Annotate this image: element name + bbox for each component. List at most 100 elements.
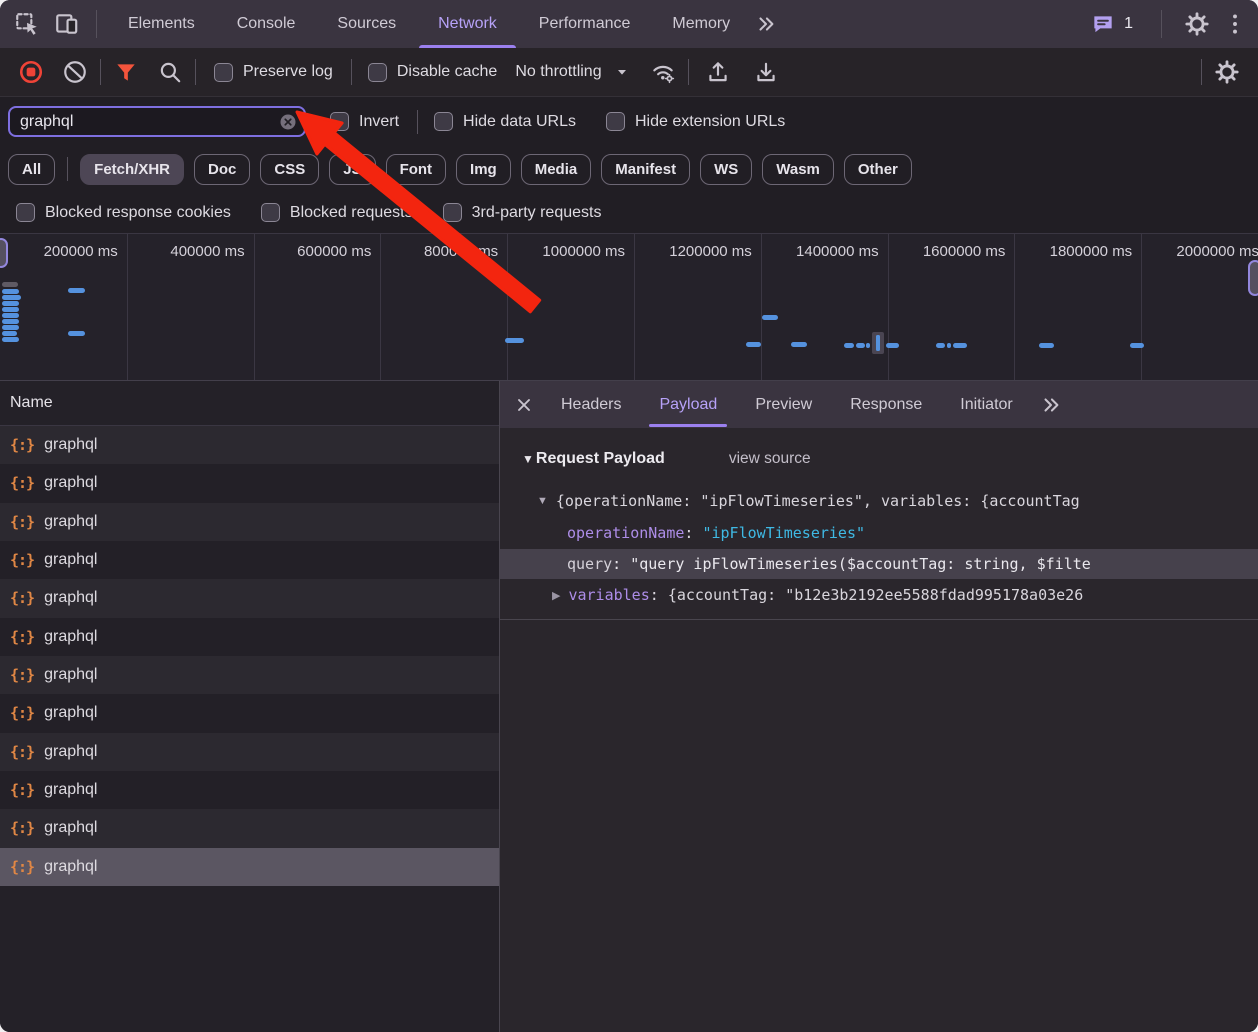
request-name: graphql [44, 628, 97, 646]
more-tabs-icon[interactable] [755, 13, 777, 35]
device-toolbar-icon[interactable] [54, 11, 80, 37]
checkbox-box[interactable] [214, 63, 233, 82]
chip-fetch-xhr[interactable]: Fetch/XHR [80, 154, 184, 185]
throttling-select[interactable]: No throttling [515, 63, 629, 81]
chip-ws[interactable]: WS [700, 154, 752, 185]
payload-operation-line[interactable]: operationName"ipFlowTimeseries" [500, 518, 1258, 548]
json-braces-icon: {:} [10, 781, 34, 799]
checkbox-box[interactable] [16, 203, 35, 222]
timeline-gridline [634, 234, 635, 380]
timeline-request-bar [2, 319, 19, 324]
request-row[interactable]: {:}graphql [0, 656, 499, 694]
request-row[interactable]: {:}graphql [0, 694, 499, 732]
payload-variables-line[interactable]: ▶variables{accountTag: "b12e3b2192ee5588… [500, 580, 1258, 610]
request-row[interactable]: {:}graphql [0, 579, 499, 617]
inspect-element-icon[interactable] [14, 11, 40, 37]
section-collapse-arrow[interactable]: ▼ [522, 452, 534, 466]
record-network-log-icon[interactable] [18, 59, 44, 85]
details-tab-preview[interactable]: Preview [736, 381, 831, 428]
disable-cache-checkbox[interactable]: Disable cache [368, 63, 498, 82]
request-row[interactable]: {:}graphql [0, 809, 499, 847]
tab-console[interactable]: Console [216, 0, 317, 48]
request-row[interactable]: {:}graphql [0, 618, 499, 656]
timeline-overview[interactable]: 200000 ms400000 ms600000 ms800000 ms1000… [0, 233, 1258, 381]
details-tab-payload[interactable]: Payload [640, 381, 736, 428]
expand-arrow-icon[interactable]: ▶ [552, 589, 560, 602]
payload-key: operationName [567, 524, 702, 542]
tab-sources[interactable]: Sources [316, 0, 417, 48]
blocked-requests-label: Blocked requests [290, 204, 413, 222]
checkbox-box[interactable] [434, 112, 453, 131]
chip-media[interactable]: Media [521, 154, 592, 185]
search-icon[interactable] [157, 59, 183, 85]
request-row[interactable]: {:}graphql [0, 848, 499, 886]
issues-message-icon[interactable] [1090, 11, 1116, 37]
json-braces-icon: {:} [10, 819, 34, 837]
kebab-menu-icon[interactable] [1222, 11, 1248, 37]
request-row[interactable]: {:}graphql [0, 464, 499, 502]
details-tab-response[interactable]: Response [831, 381, 941, 428]
chip-img[interactable]: Img [456, 154, 511, 185]
payload-query-line-selected[interactable]: query"query ipFlowTimeseries($accountTag… [500, 549, 1258, 579]
divider [195, 59, 196, 85]
checkbox-box[interactable] [261, 203, 280, 222]
view-source-link[interactable]: view source [729, 450, 811, 468]
network-settings-gear-icon[interactable] [1214, 59, 1240, 85]
filter-input[interactable] [10, 113, 304, 131]
preserve-log-checkbox[interactable]: Preserve log [214, 63, 333, 82]
hide-extension-urls-label: Hide extension URLs [635, 113, 785, 131]
timeline-tick-label: 2000000 ms [1141, 243, 1258, 260]
network-conditions-icon[interactable] [650, 59, 676, 85]
checkbox-box[interactable] [443, 203, 462, 222]
chip-css[interactable]: CSS [260, 154, 319, 185]
tab-memory[interactable]: Memory [651, 0, 751, 48]
timeline-request-bar [953, 343, 967, 348]
request-row[interactable]: {:} graphql [0, 771, 499, 809]
collapse-arrow-icon[interactable]: ▼ [537, 495, 548, 507]
3rd-party-requests-checkbox[interactable]: 3rd-party requests [443, 203, 602, 222]
tab-network[interactable]: Network [417, 0, 518, 48]
payload-root-line[interactable]: ▼{operationName: "ipFlowTimeseries", var… [500, 486, 1258, 516]
panel-tabs: ElementsConsoleSourcesNetworkPerformance… [107, 0, 751, 48]
checkbox-box[interactable] [330, 112, 349, 131]
checkbox-box[interactable] [368, 63, 387, 82]
chip-all[interactable]: All [8, 154, 55, 185]
request-name: graphql [44, 781, 97, 799]
blocked-requests-checkbox[interactable]: Blocked requests [261, 203, 413, 222]
export-har-icon[interactable] [753, 59, 779, 85]
close-details-icon[interactable] [514, 395, 534, 415]
tab-elements[interactable]: Elements [107, 0, 216, 48]
blocked-response-cookies-checkbox[interactable]: Blocked response cookies [16, 203, 231, 222]
chip-wasm[interactable]: Wasm [762, 154, 834, 185]
request-row[interactable]: {:}graphql [0, 733, 499, 771]
tab-performance[interactable]: Performance [518, 0, 652, 48]
more-details-tabs-icon[interactable] [1040, 394, 1062, 416]
payload-key: variables [568, 586, 667, 604]
timeline-gridline [254, 234, 255, 380]
request-row[interactable]: {:}graphql [0, 426, 499, 464]
timeline-right-grip[interactable] [1248, 260, 1258, 296]
request-row[interactable]: {:}graphql [0, 541, 499, 579]
timeline-tick-label: 600000 ms [254, 243, 381, 260]
request-row[interactable]: {:}graphql [0, 503, 499, 541]
import-har-icon[interactable] [705, 59, 731, 85]
chip-other[interactable]: Other [844, 154, 912, 185]
chip-js[interactable]: JS [329, 154, 375, 185]
invert-checkbox[interactable]: Invert [330, 112, 399, 131]
clear-filter-icon[interactable] [278, 112, 298, 132]
details-tab-initiator[interactable]: Initiator [941, 381, 1031, 428]
request-name: graphql [44, 513, 97, 531]
settings-gear-icon[interactable] [1184, 11, 1210, 37]
clear-network-log-icon[interactable] [62, 59, 88, 85]
checkbox-box[interactable] [606, 112, 625, 131]
chip-manifest[interactable]: Manifest [601, 154, 690, 185]
hide-extension-urls-checkbox[interactable]: Hide extension URLs [606, 112, 785, 131]
filter-funnel-icon[interactable] [113, 59, 139, 85]
section-separator [500, 619, 1258, 620]
chip-doc[interactable]: Doc [194, 154, 250, 185]
chip-font[interactable]: Font [386, 154, 446, 185]
name-column-header[interactable]: Name [0, 381, 499, 426]
details-tab-headers[interactable]: Headers [542, 381, 640, 428]
timeline-request-bar [746, 342, 761, 347]
hide-data-urls-checkbox[interactable]: Hide data URLs [434, 112, 576, 131]
